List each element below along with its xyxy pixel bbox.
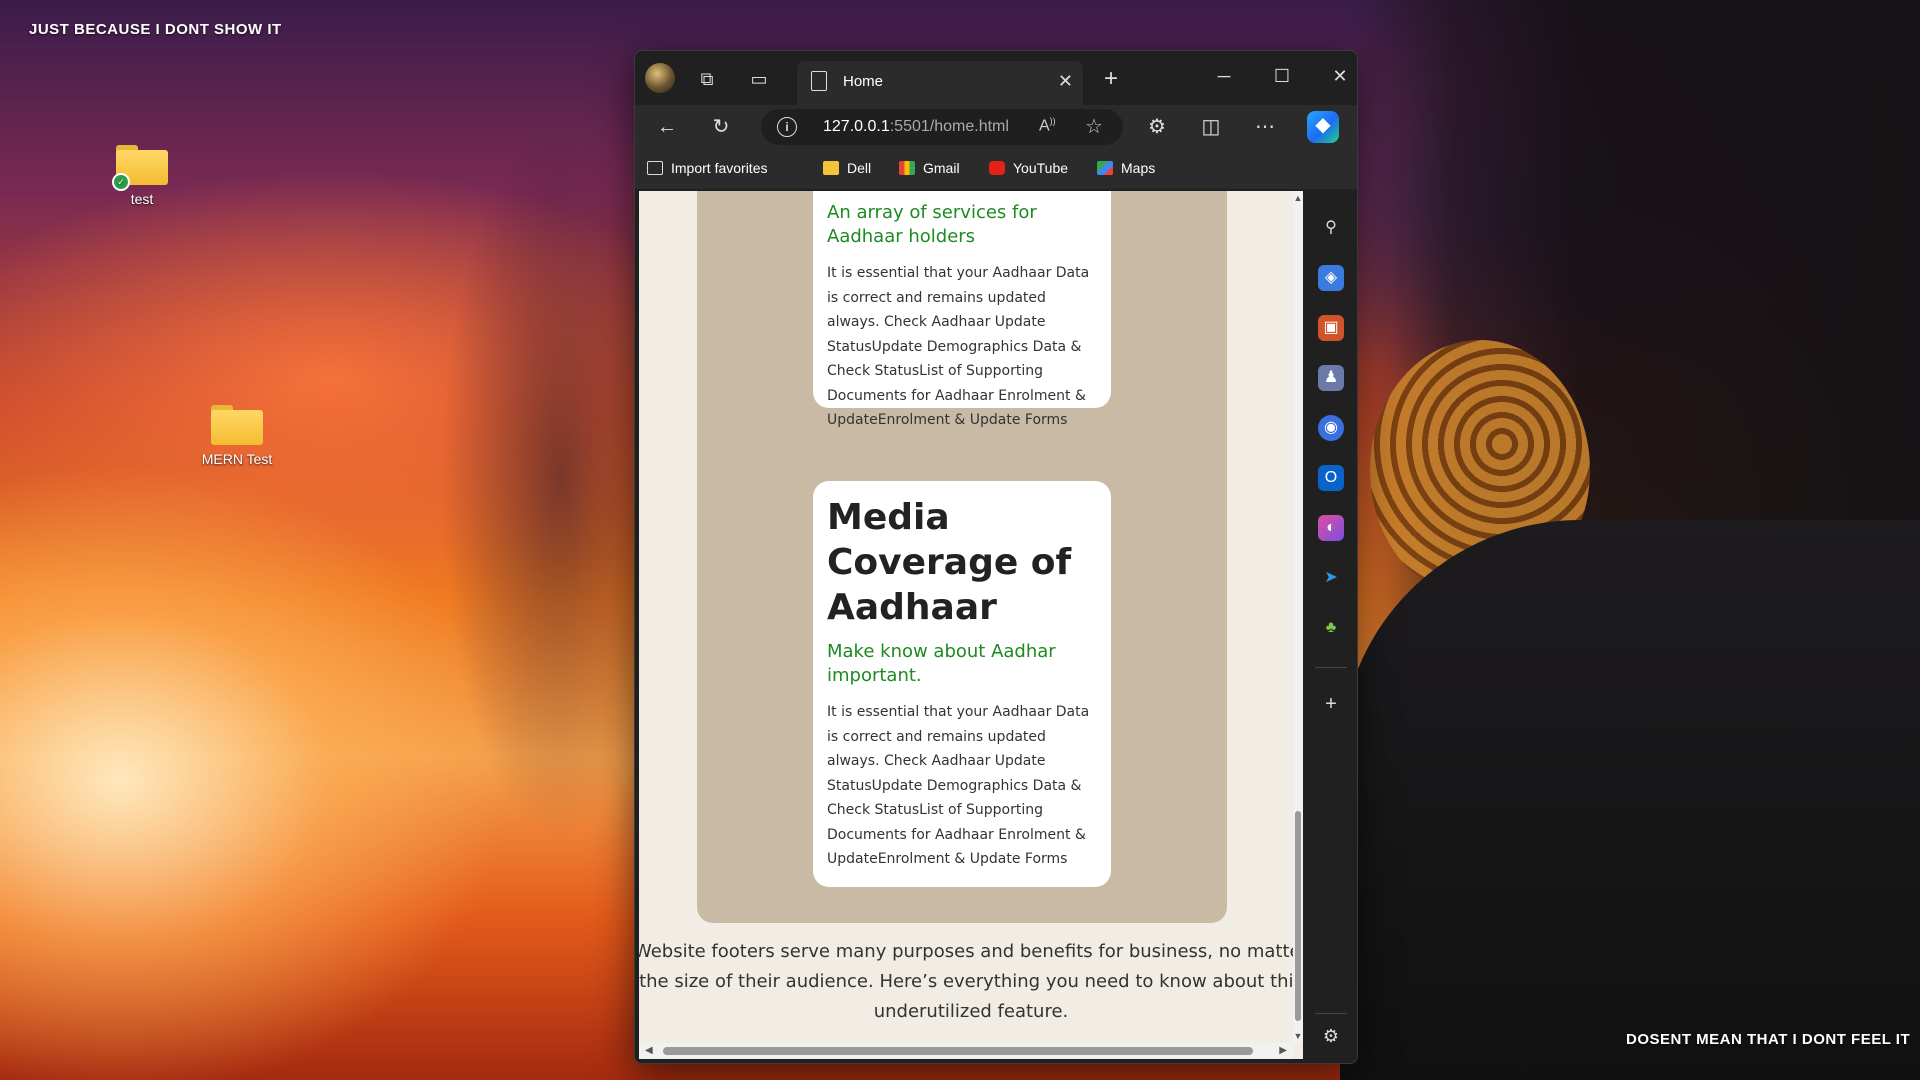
more-options-icon[interactable]: ⋯ xyxy=(1251,113,1279,141)
bookmark-label: Dell xyxy=(847,160,872,176)
card-text: It is essential that your Aadhaar Data i… xyxy=(827,704,1090,867)
sidebar-divider xyxy=(1315,667,1347,668)
footer-line: underutilized feature. xyxy=(873,1001,1069,1022)
footer-line: Website footers serve many purposes and … xyxy=(639,941,1303,962)
card-services: An array of services for Aadhaar holders… xyxy=(813,191,1111,428)
send-icon[interactable]: ➤ xyxy=(1318,565,1344,591)
page-viewport[interactable]: An array of services for Aadhaar holders… xyxy=(639,191,1303,1059)
title-bar: ⧉ ▭ Home ✕ + ─ ☐ ✕ xyxy=(635,51,1357,105)
address-bar[interactable]: i 127.0.0.1:5501/home.html A)) ☆ xyxy=(761,109,1123,145)
tree-icon[interactable]: ♣ xyxy=(1318,615,1344,641)
refresh-icon[interactable]: ↻ xyxy=(707,113,735,141)
scroll-up-icon[interactable]: ▲ xyxy=(1293,193,1303,203)
games-icon[interactable]: ♟ xyxy=(1318,365,1344,391)
search-icon[interactable]: ⚲ xyxy=(1318,215,1344,241)
bookmark-youtube[interactable]: YouTube xyxy=(989,160,1068,176)
maps-icon xyxy=(1097,161,1113,175)
tab-title: Home xyxy=(843,73,884,90)
wallpaper-cloak-figure xyxy=(1340,520,1920,1080)
tag-icon[interactable]: ◈ xyxy=(1318,265,1344,291)
horizontal-scrollbar[interactable]: ◀ ▶ xyxy=(639,1043,1293,1059)
bookmark-label: YouTube xyxy=(1013,160,1069,176)
desktop-icon-label: MERN Test xyxy=(201,451,273,467)
bookmark-gmail[interactable]: Gmail xyxy=(899,160,960,176)
close-tab-icon[interactable]: ✕ xyxy=(1058,71,1073,92)
scroll-thumb[interactable] xyxy=(1295,811,1301,1021)
designer-icon[interactable]: ◐ xyxy=(1318,515,1344,541)
vertical-scrollbar[interactable]: ▲ ▼ xyxy=(1293,191,1303,1043)
folder-icon: ✓ xyxy=(112,145,168,191)
site-info-icon[interactable]: i xyxy=(777,117,797,137)
wallpaper-bottom-text: DOSENT MEAN THAT I DONT FEEL IT xyxy=(1626,1031,1911,1048)
bookmark-label: Import favorites xyxy=(671,160,768,176)
bookmark-dell[interactable]: Dell xyxy=(823,160,871,176)
wallpaper-top-text: JUST BECAUSE I DONT SHOW IT xyxy=(29,21,282,38)
card-subtitle: An array of services for Aadhaar holders xyxy=(827,202,1037,247)
folder-icon xyxy=(823,161,839,175)
url-host: 127.0.0.1 xyxy=(823,118,890,135)
scroll-thumb[interactable] xyxy=(663,1047,1253,1055)
toolbox-icon[interactable]: ▣ xyxy=(1318,315,1344,341)
bookmark-label: Gmail xyxy=(923,160,960,176)
back-icon[interactable]: ← xyxy=(653,113,681,141)
folder-icon xyxy=(211,405,263,445)
maximize-icon[interactable]: ☐ xyxy=(1259,61,1305,91)
desktop-icon-mern-test[interactable]: MERN Test xyxy=(189,405,285,467)
copilot-icon[interactable]: ◉ xyxy=(1318,415,1344,441)
desktop-icon-test[interactable]: ✓ test xyxy=(94,145,190,207)
workspaces-icon[interactable]: ⧉ xyxy=(693,65,721,93)
toolbar: ← ↻ i 127.0.0.1:5501/home.html A)) ☆ ⚙ ◫… xyxy=(635,105,1357,149)
outlook-icon[interactable]: O xyxy=(1318,465,1344,491)
sync-check-icon: ✓ xyxy=(112,173,130,191)
sidebar-divider xyxy=(1315,1013,1347,1014)
scroll-left-icon[interactable]: ◀ xyxy=(645,1045,653,1056)
edge-sidebar: ⚲ ◈ ▣ ♟ ◉ O ◐ ➤ ♣ + ⚙ xyxy=(1305,191,1357,1063)
bookmark-maps[interactable]: Maps xyxy=(1097,160,1155,176)
minimize-icon[interactable]: ─ xyxy=(1201,61,1247,91)
extensions-icon[interactable]: ⚙ xyxy=(1143,113,1171,141)
read-aloud-icon[interactable]: A)) xyxy=(1039,116,1056,135)
browser-window: ⧉ ▭ Home ✕ + ─ ☐ ✕ ← ↻ i 127.0.0.1:5501/… xyxy=(634,50,1358,1064)
new-tab-icon[interactable]: + xyxy=(1097,65,1125,93)
tab-actions-icon[interactable]: ▭ xyxy=(745,65,773,93)
desktop-icon-label: test xyxy=(130,191,154,207)
scroll-right-icon[interactable]: ▶ xyxy=(1279,1045,1287,1056)
copilot-icon[interactable]: ◆ xyxy=(1307,111,1339,143)
card-subtitle: Make know about Aadhar important. xyxy=(827,641,1056,686)
profile-avatar[interactable] xyxy=(645,63,675,93)
import-icon xyxy=(647,161,663,175)
card-text: It is essential that your Aadhaar Data i… xyxy=(827,265,1090,428)
footer-text: Website footers serve many purposes and … xyxy=(639,937,1303,1027)
bookmark-label: Maps xyxy=(1121,160,1156,176)
card-media-coverage: Media Coverage of Aadhaar Make know abou… xyxy=(813,481,1111,887)
bookmark-import-favorites[interactable]: Import favorites xyxy=(647,160,767,176)
url-path: :5501/home.html xyxy=(889,118,1009,135)
favorite-star-icon[interactable]: ☆ xyxy=(1085,114,1103,139)
page-icon xyxy=(811,71,827,91)
card-title: Media Coverage of Aadhaar xyxy=(827,497,1072,628)
add-icon[interactable]: + xyxy=(1318,691,1344,717)
tab-home[interactable]: Home ✕ xyxy=(797,61,1083,105)
content-panel: An array of services for Aadhaar holders… xyxy=(697,191,1227,923)
footer-line: the size of their audience. Here’s every… xyxy=(639,971,1303,992)
gmail-icon xyxy=(899,161,915,175)
split-screen-icon[interactable]: ◫ xyxy=(1197,113,1225,141)
favorites-bar: Import favorites Dell Gmail YouTube Maps xyxy=(635,149,1357,189)
url-text: 127.0.0.1:5501/home.html xyxy=(823,118,1009,136)
youtube-icon xyxy=(989,161,1005,175)
scroll-down-icon[interactable]: ▼ xyxy=(1293,1031,1303,1041)
close-window-icon[interactable]: ✕ xyxy=(1317,61,1357,91)
settings-icon[interactable]: ⚙ xyxy=(1318,1023,1344,1049)
